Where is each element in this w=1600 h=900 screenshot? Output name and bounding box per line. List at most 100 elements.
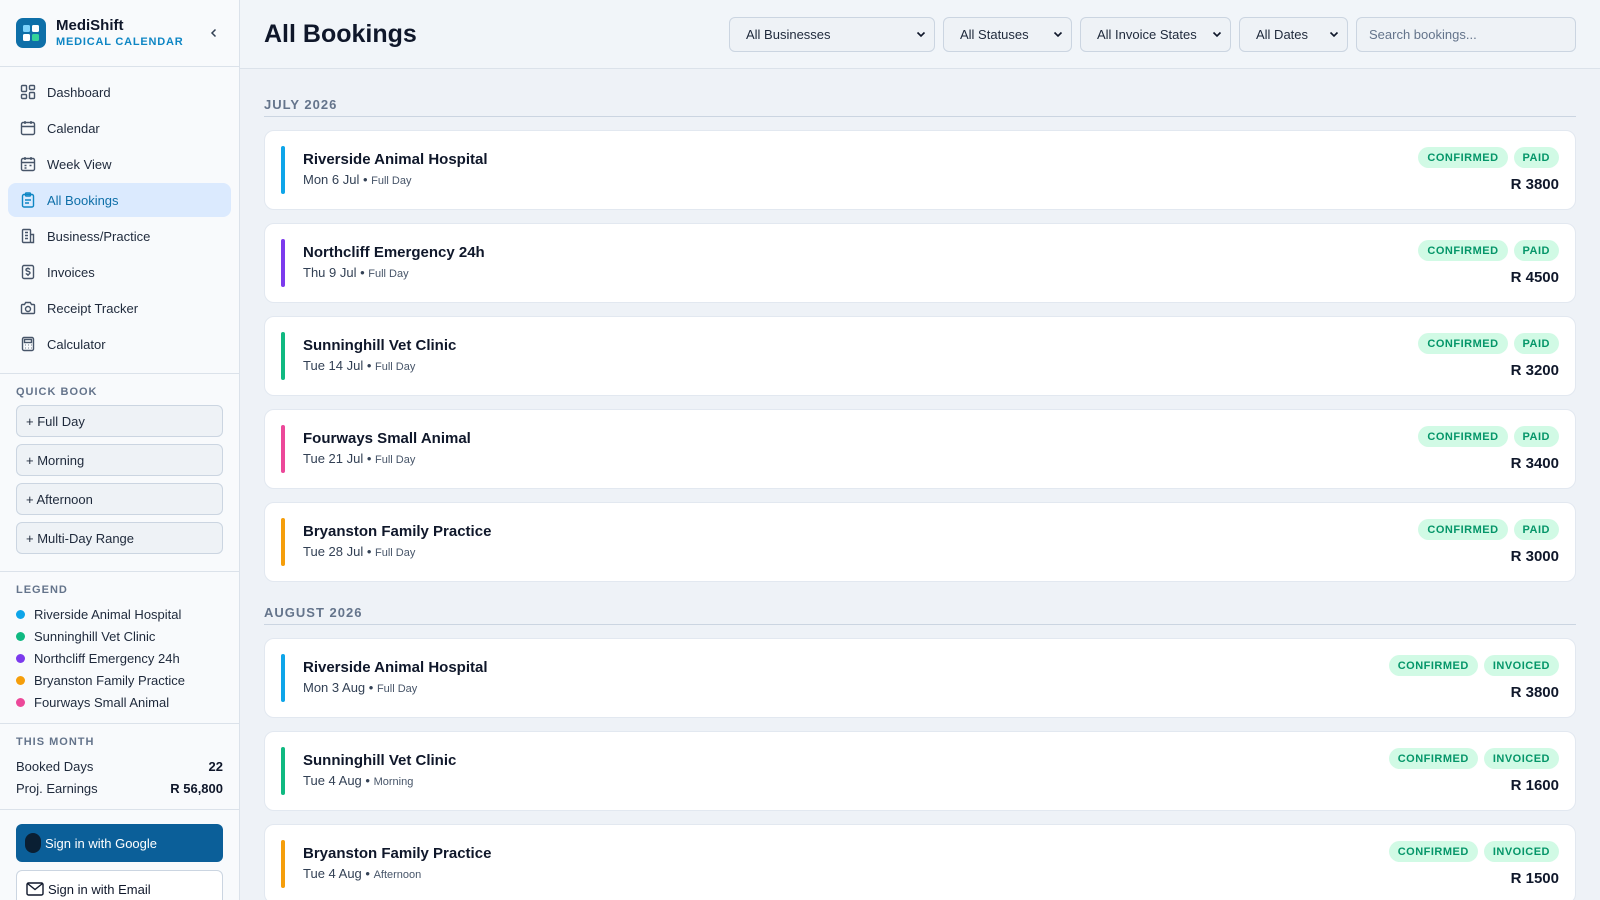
- this-month-section: THIS MONTH Booked Days 22 Proj. Earnings R…: [0, 724, 239, 810]
- quick-book-section: QUICK BOOK + Full Day + Morning + Aftern…: [0, 374, 239, 572]
- earnings-value: R 56,800: [170, 780, 223, 796]
- legend-dot: [16, 631, 25, 641]
- main-nav: Dashboard Calendar Week View All Booking…: [0, 67, 239, 374]
- business-color-bar: [281, 654, 285, 702]
- business-color-bar: [281, 332, 285, 380]
- chevron-left-icon[interactable]: [205, 24, 223, 42]
- email-sign-in-button[interactable]: Sign in with Email: [16, 870, 223, 900]
- booking-slot: Full Day: [375, 360, 416, 373]
- business-color-bar: [281, 518, 285, 566]
- legend-dot: [16, 697, 25, 707]
- legend-item: Bryanston Family Practice: [16, 669, 223, 691]
- nav-label: Business/Practice: [47, 228, 151, 244]
- mail-icon: [26, 882, 44, 896]
- booking-date: Tue 4 Aug: [303, 865, 362, 881]
- email-sign-in-label: Sign in with Email: [48, 881, 151, 897]
- status-filter-value: All Statuses: [960, 26, 1029, 42]
- brand-header: MediShift MEDICAL CALENDAR: [0, 0, 239, 67]
- booking-card[interactable]: Bryanston Family Practice Tue 4 Aug • Af…: [264, 824, 1576, 900]
- booking-date: Mon 3 Aug: [303, 679, 366, 695]
- booking-amount: R 3800: [1510, 176, 1559, 193]
- business-color-bar: [281, 840, 285, 888]
- booking-business-name: Riverside Animal Hospital: [303, 658, 488, 676]
- status-filter-select[interactable]: All Statuses: [943, 16, 1072, 52]
- nav-item-dashboard[interactable]: Dashboard: [8, 75, 231, 109]
- booking-business-name: Northcliff Emergency 24h: [303, 243, 485, 261]
- nav-label: Week View: [47, 156, 112, 172]
- invoice-badge: PAID: [1513, 240, 1559, 261]
- business-color-bar: [281, 146, 285, 194]
- invoice-state-filter-select[interactable]: All Invoice States: [1080, 16, 1231, 52]
- booking-amount: R 4500: [1510, 269, 1559, 286]
- calculator-icon: [19, 335, 37, 353]
- nav-label: Calendar: [47, 120, 100, 136]
- booking-amount: R 3800: [1510, 684, 1559, 701]
- booking-business-name: Riverside Animal Hospital: [303, 150, 488, 168]
- status-badge: CONFIRMED: [1388, 748, 1478, 769]
- booking-card[interactable]: Bryanston Family Practice Tue 28 Jul • F…: [264, 502, 1576, 582]
- booking-date: Mon 6 Jul: [303, 171, 360, 187]
- booking-business-name: Sunninghill Vet Clinic: [303, 751, 457, 769]
- bookings-list: JULY 2026 Riverside Animal Hospital Mon …: [240, 69, 1600, 900]
- business-color-bar: [281, 747, 285, 795]
- clipboard-icon: [19, 191, 37, 209]
- booking-date: Tue 14 Jul: [303, 357, 364, 373]
- business-color-bar: [281, 425, 285, 473]
- nav-item-receipt-tracker[interactable]: Receipt Tracker: [8, 291, 231, 325]
- earnings-label: Proj. Earnings: [16, 780, 98, 796]
- booking-meta: Tue 4 Aug • Afternoon: [303, 865, 422, 881]
- nav-item-calculator[interactable]: Calculator: [8, 327, 231, 361]
- booked-days-label: Booked Days: [16, 758, 94, 774]
- booking-slot: Afternoon: [373, 868, 422, 881]
- nav-item-calendar[interactable]: Calendar: [8, 111, 231, 145]
- legend-label: Riverside Animal Hospital: [34, 606, 182, 622]
- quick-book-afternoon-button[interactable]: + Afternoon: [16, 483, 223, 515]
- sidebar: MediShift MEDICAL CALENDAR Dashboard Cal…: [0, 0, 240, 900]
- calendar-icon: [19, 119, 37, 137]
- booking-card[interactable]: Northcliff Emergency 24h Thu 9 Jul • Ful…: [264, 223, 1576, 303]
- booking-business-name: Bryanston Family Practice: [303, 844, 492, 862]
- booked-days-value: 22: [208, 758, 223, 774]
- legend-item: Riverside Animal Hospital: [16, 603, 223, 625]
- invoice-badge: PAID: [1513, 426, 1559, 447]
- quick-book-morning-button[interactable]: + Morning: [16, 444, 223, 476]
- booking-business-name: Bryanston Family Practice: [303, 522, 492, 540]
- booking-amount: R 1500: [1510, 870, 1559, 887]
- nav-item-all-bookings[interactable]: All Bookings: [8, 183, 231, 217]
- booking-date: Tue 21 Jul: [303, 450, 364, 466]
- booking-card[interactable]: Riverside Animal Hospital Mon 3 Aug • Fu…: [264, 638, 1576, 718]
- quick-book-multi-day-button[interactable]: + Multi-Day Range: [16, 522, 223, 554]
- nav-item-business-practice[interactable]: Business/Practice: [8, 219, 231, 253]
- booking-meta: Tue 4 Aug • Morning: [303, 772, 414, 788]
- booking-card[interactable]: Sunninghill Vet Clinic Tue 14 Jul • Full…: [264, 316, 1576, 396]
- nav-label: All Bookings: [47, 192, 119, 208]
- status-badge: CONFIRMED: [1418, 519, 1508, 540]
- camera-icon: [19, 299, 37, 317]
- booking-amount: R 1600: [1510, 777, 1559, 794]
- nav-item-week-view[interactable]: Week View: [8, 147, 231, 181]
- legend-label: Fourways Small Animal: [34, 694, 170, 710]
- booking-card[interactable]: Sunninghill Vet Clinic Tue 4 Aug • Morni…: [264, 731, 1576, 811]
- booking-slot: Full Day: [371, 174, 412, 187]
- legend-label: Sunninghill Vet Clinic: [34, 628, 156, 644]
- google-sign-in-button[interactable]: Sign in with Google: [16, 824, 223, 862]
- booking-slot: Full Day: [375, 453, 416, 466]
- search-input[interactable]: [1356, 16, 1576, 52]
- business-filter-value: All Businesses: [746, 26, 831, 42]
- month-group: JULY 2026 Riverside Animal Hospital Mon …: [264, 97, 1576, 582]
- invoice-badge: PAID: [1513, 333, 1559, 354]
- booking-card[interactable]: Fourways Small Animal Tue 21 Jul • Full …: [264, 409, 1576, 489]
- date-filter-select[interactable]: All Dates: [1239, 16, 1348, 52]
- status-badge: CONFIRMED: [1418, 426, 1508, 447]
- business-filter-select[interactable]: All Businesses: [729, 16, 935, 52]
- month-header: JULY 2026: [264, 97, 1576, 117]
- medical-cross-icon: [16, 18, 46, 48]
- nav-label: Invoices: [47, 264, 95, 280]
- booking-meta: Tue 14 Jul • Full Day: [303, 357, 416, 373]
- auth-section: Sign in with Google Sign in with Email: [0, 810, 239, 900]
- legend-label: Northcliff Emergency 24h: [34, 650, 180, 666]
- nav-item-invoices[interactable]: Invoices: [8, 255, 231, 289]
- quick-book-full-day-button[interactable]: + Full Day: [16, 405, 223, 437]
- booking-card[interactable]: Riverside Animal Hospital Mon 6 Jul • Fu…: [264, 130, 1576, 210]
- status-badge: CONFIRMED: [1418, 333, 1508, 354]
